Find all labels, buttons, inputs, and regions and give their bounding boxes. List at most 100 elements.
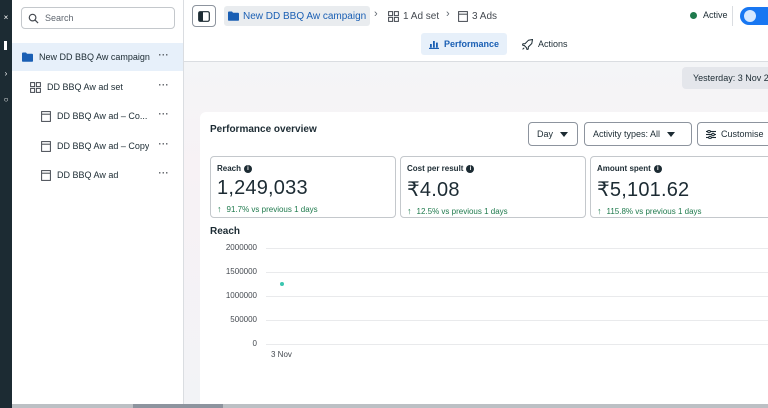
ad-icon [40, 140, 51, 152]
customise-icon [706, 129, 716, 139]
y-tick-label: 0 [252, 339, 257, 348]
folder-icon [228, 11, 239, 21]
chart-data-point[interactable] [280, 282, 284, 287]
search-input[interactable] [45, 13, 165, 23]
metric-label: Amount spent [597, 164, 651, 173]
arrow-up-icon: ↑ [597, 206, 602, 216]
metric-label: Cost per result [407, 164, 464, 173]
ad-icon [40, 110, 51, 122]
tab-actions-label: Actions [538, 39, 568, 49]
tree-item-label: New DD BBQ Aw campaign [39, 52, 150, 62]
tree-item-adset[interactable]: DD BBQ Aw ad set ··· [12, 73, 183, 101]
breadcrumb-campaign[interactable]: New DD BBQ Aw campaign [224, 6, 371, 26]
horizontal-scrollbar-track[interactable] [12, 404, 768, 408]
tab-performance-label: Performance [444, 39, 500, 49]
divider [732, 6, 733, 26]
breadcrumb-adset[interactable]: 1 Ad set [388, 6, 439, 26]
tab-actions[interactable]: Actions [514, 33, 576, 55]
x-tick-label: 3 Nov [271, 350, 292, 359]
sidebar-toggle-icon [198, 10, 210, 22]
ad-icon [458, 10, 468, 22]
y-tick-label: 1500000 [225, 267, 257, 276]
date-range-picker[interactable]: Yesterday: 3 Nov 2 [682, 67, 768, 89]
status-dot [690, 11, 697, 19]
performance-overview-card: Performance overview Day Activity types:… [200, 112, 768, 408]
breadcrumb-ads[interactable]: 3 Ads [458, 6, 497, 26]
status-label: Active [703, 10, 728, 20]
search-box[interactable] [21, 7, 175, 29]
metric-card-amount-spent[interactable]: Amount spent i ₹5,101.62 ↑ 115.8% vs previ… [590, 156, 768, 218]
tree-item-label: DD BBQ Aw ad – Copy [57, 141, 150, 151]
top-bar: New DD BBQ Aw campaign › 1 Ad set › 3 Ad… [184, 0, 768, 62]
ad-icon [40, 169, 51, 181]
breadcrumb-campaign-label: New DD BBQ Aw campaign [243, 10, 367, 22]
left-nav-rail: × › ○ [0, 0, 12, 408]
chart-gridline [266, 296, 768, 297]
customise-label: Customise [721, 129, 764, 139]
tree-item-ad-2[interactable]: DD BBQ Aw ad – Copy ··· [12, 132, 183, 160]
metric-value: ₹5,101.62 [597, 179, 690, 201]
more-options-icon[interactable]: ··· [159, 110, 170, 119]
adset-grid-icon [388, 10, 399, 22]
metric-card-cost-per-result[interactable]: Cost per result i ₹4.08 ↑ 12.5% vs previou… [400, 156, 586, 218]
chart-gridline [266, 248, 768, 249]
metric-value: ₹4.08 [407, 179, 460, 201]
tree-item-label: DD BBQ Aw ad – Co... [57, 111, 148, 121]
tree-item-ad-3[interactable]: DD BBQ Aw ad ··· [12, 161, 183, 189]
metric-card-reach[interactable]: Reach i 1,249,033 ↑ 91.7% vs previous 1 da… [210, 156, 396, 218]
y-tick-label: 1000000 [225, 291, 257, 300]
chevron-right-icon: › [446, 8, 450, 20]
search-icon [28, 13, 39, 24]
metric-delta: 115.8% vs previous 1 days [606, 206, 702, 216]
nav-rail-help-icon[interactable]: ○ [2, 96, 10, 104]
rocket-icon [522, 38, 533, 50]
arrow-up-icon: ↑ [407, 206, 412, 216]
metric-label: Reach [217, 164, 242, 173]
info-icon[interactable]: i [466, 164, 475, 173]
metric-delta: 91.7% vs previous 1 days [226, 204, 318, 214]
tree-item-label: DD BBQ Aw ad [57, 170, 119, 180]
horizontal-scrollbar-thumb[interactable] [133, 404, 223, 408]
breadcrumb-ads-label: 3 Ads [472, 10, 498, 22]
chart-title: Reach [210, 226, 241, 237]
day-dropdown[interactable]: Day [528, 122, 578, 146]
y-tick-label: 2000000 [225, 243, 257, 252]
breadcrumb-adset-label: 1 Ad set [403, 10, 440, 22]
metric-delta: 12.5% vs previous 1 days [416, 206, 508, 216]
info-icon[interactable]: i [244, 164, 253, 173]
arrow-up-icon: ↑ [217, 204, 222, 214]
more-options-icon[interactable]: ··· [159, 169, 170, 178]
metric-value: 1,249,033 [217, 177, 308, 199]
day-dropdown-label: Day [537, 129, 554, 139]
active-toggle-switch[interactable] [740, 7, 768, 25]
status-indicator: Active [690, 10, 728, 20]
reach-chart: 0 500000 1000000 1500000 2000000 3 Nov [200, 240, 768, 400]
customise-button[interactable]: Customise [697, 122, 768, 146]
tree-item-label: DD BBQ Aw ad set [47, 82, 123, 92]
performance-overview-title: Performance overview [210, 124, 317, 135]
chevron-right-icon: › [374, 8, 378, 20]
toggle-sidebar-button[interactable] [192, 5, 216, 27]
nav-rail-close-icon[interactable]: × [2, 14, 10, 22]
main-content: Yesterday: 3 Nov 2 Performance overview … [184, 62, 768, 408]
chart-gridline [266, 320, 768, 321]
campaign-tree-panel: New DD BBQ Aw campaign ··· DD BBQ Aw ad … [12, 0, 184, 408]
activity-types-dropdown[interactable]: Activity types: All [584, 122, 692, 146]
chart-gridline [266, 272, 768, 273]
more-options-icon[interactable]: ··· [159, 140, 170, 149]
chart-gridline [266, 344, 768, 345]
y-tick-label: 500000 [230, 315, 257, 324]
folder-icon [22, 52, 33, 63]
bar-chart-icon [429, 40, 439, 49]
more-options-icon[interactable]: ··· [159, 51, 170, 60]
nav-rail-chevron-icon[interactable]: › [2, 70, 10, 78]
info-icon[interactable]: i [653, 164, 662, 173]
activity-types-label: Activity types: All [593, 129, 661, 139]
tab-performance[interactable]: Performance [421, 33, 508, 55]
nav-rail-active-icon[interactable] [2, 41, 10, 50]
more-options-icon[interactable]: ··· [159, 81, 170, 90]
date-range-label: Yesterday: 3 Nov 2 [693, 73, 768, 83]
tree-item-campaign[interactable]: New DD BBQ Aw campaign ··· [12, 43, 183, 71]
tree-item-ad-1[interactable]: DD BBQ Aw ad – Co... ··· [12, 102, 183, 130]
caret-down-icon [560, 131, 569, 137]
